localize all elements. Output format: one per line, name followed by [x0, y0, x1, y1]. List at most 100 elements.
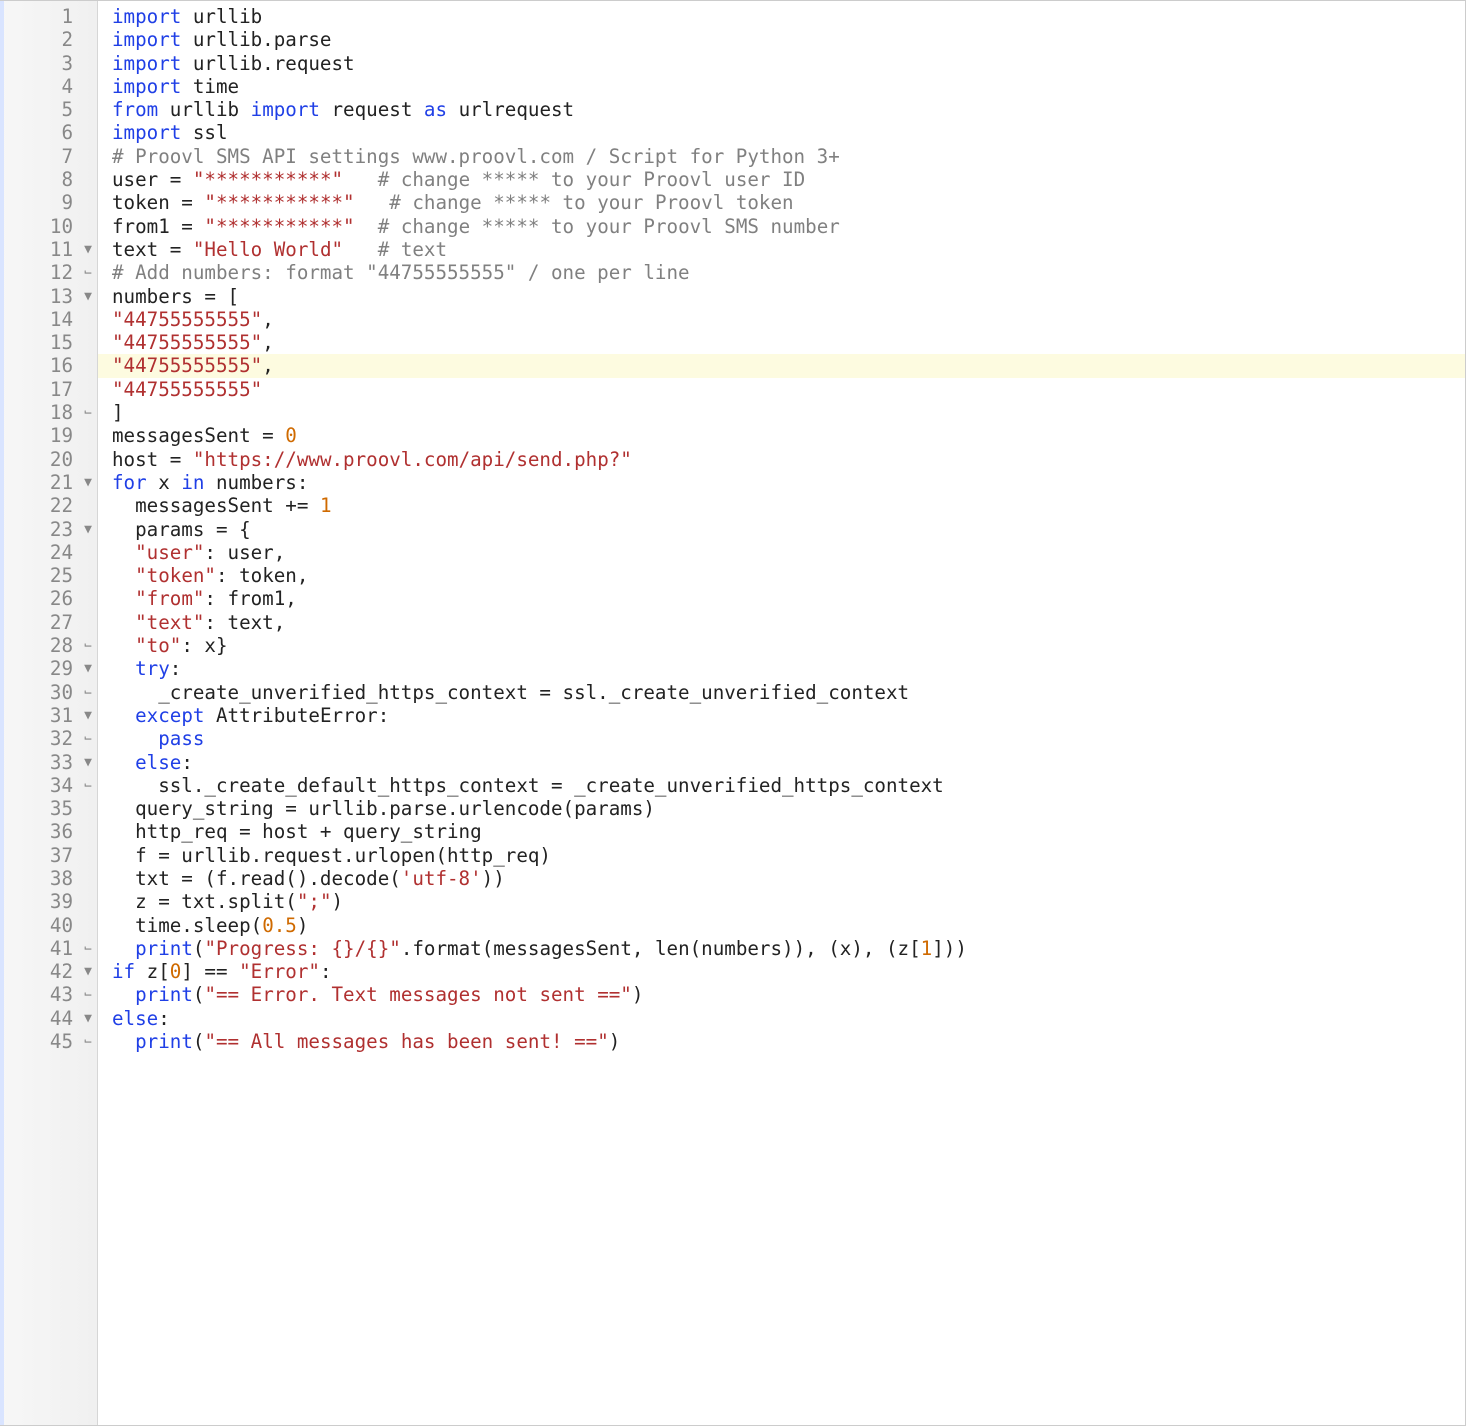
gutter-row[interactable]: 16 [0, 354, 97, 377]
fold-toggle-icon[interactable]: ▼ [79, 518, 97, 541]
gutter-row[interactable]: 34⌙ [0, 774, 97, 797]
code-line[interactable]: ] [98, 401, 1465, 424]
gutter-row[interactable]: 14 [0, 308, 97, 331]
fold-toggle-icon[interactable]: ▼ [79, 960, 97, 983]
code-line[interactable]: # Add numbers: format "44755555555" / on… [98, 261, 1465, 284]
gutter-row[interactable]: 43⌙ [0, 983, 97, 1006]
code-line[interactable]: import ssl [98, 121, 1465, 144]
gutter-row[interactable]: 32⌙ [0, 727, 97, 750]
code-line[interactable]: txt = (f.read().decode('utf-8')) [98, 867, 1465, 890]
code-line[interactable]: ssl._create_default_https_context = _cre… [98, 774, 1465, 797]
gutter-row[interactable]: 22 [0, 494, 97, 517]
gutter-row[interactable]: 27 [0, 611, 97, 634]
gutter-row[interactable]: 44▼ [0, 1007, 97, 1030]
code-line[interactable]: print("== All messages has been sent! ==… [98, 1030, 1465, 1053]
code-line[interactable]: numbers = [ [98, 285, 1465, 308]
code-line[interactable]: else: [98, 1007, 1465, 1030]
gutter-row[interactable]: 15 [0, 331, 97, 354]
gutter-row[interactable]: 7 [0, 145, 97, 168]
gutter-row[interactable]: 31▼ [0, 704, 97, 727]
gutter-row[interactable]: 21▼ [0, 471, 97, 494]
gutter-row[interactable]: 40 [0, 914, 97, 937]
gutter-row[interactable]: 10 [0, 215, 97, 238]
code-line[interactable]: messagesSent += 1 [98, 494, 1465, 517]
gutter-row[interactable]: 39 [0, 890, 97, 913]
gutter-row[interactable]: 28⌙ [0, 634, 97, 657]
code-line[interactable]: "44755555555", [98, 354, 1465, 377]
gutter-row[interactable]: 23▼ [0, 518, 97, 541]
gutter-row[interactable]: 2 [0, 28, 97, 51]
gutter-row[interactable]: 33▼ [0, 751, 97, 774]
code-line[interactable]: "user": user, [98, 541, 1465, 564]
code-line[interactable]: pass [98, 727, 1465, 750]
code-line[interactable]: time.sleep(0.5) [98, 914, 1465, 937]
fold-toggle-icon[interactable]: ▼ [79, 751, 97, 774]
code-line[interactable]: user = "***********" # change ***** to y… [98, 168, 1465, 191]
code-line[interactable]: print("Progress: {}/{}".format(messagesS… [98, 937, 1465, 960]
code-editor[interactable]: 1234567891011▼12⌙13▼1415161718⌙192021▼22… [0, 1, 1465, 1425]
code-line[interactable]: from1 = "***********" # change ***** to … [98, 215, 1465, 238]
gutter-row[interactable]: 41⌙ [0, 937, 97, 960]
code-line[interactable]: token = "***********" # change ***** to … [98, 191, 1465, 214]
gutter-row[interactable]: 38 [0, 867, 97, 890]
code-line[interactable]: _create_unverified_https_context = ssl._… [98, 681, 1465, 704]
code-line[interactable]: text = "Hello World" # text [98, 238, 1465, 261]
gutter-row[interactable]: 36 [0, 820, 97, 843]
code-line[interactable]: params = { [98, 518, 1465, 541]
gutter-row[interactable]: 30⌙ [0, 681, 97, 704]
code-line[interactable]: f = urllib.request.urlopen(http_req) [98, 844, 1465, 867]
gutter-row[interactable]: 8 [0, 168, 97, 191]
fold-toggle-icon[interactable]: ▼ [79, 285, 97, 308]
gutter-row[interactable]: 35 [0, 797, 97, 820]
gutter-row[interactable]: 11▼ [0, 238, 97, 261]
gutter-row[interactable]: 19 [0, 424, 97, 447]
code-line[interactable]: query_string = urllib.parse.urlencode(pa… [98, 797, 1465, 820]
fold-toggle-icon[interactable]: ▼ [79, 1007, 97, 1030]
code-line[interactable]: "from": from1, [98, 587, 1465, 610]
gutter-row[interactable]: 42▼ [0, 960, 97, 983]
code-line[interactable]: "text": text, [98, 611, 1465, 634]
gutter-row[interactable]: 5 [0, 98, 97, 121]
gutter-row[interactable]: 3 [0, 52, 97, 75]
fold-toggle-icon[interactable]: ▼ [79, 471, 97, 494]
line-number-gutter[interactable]: 1234567891011▼12⌙13▼1415161718⌙192021▼22… [0, 1, 98, 1425]
fold-toggle-icon[interactable]: ▼ [79, 657, 97, 680]
code-line[interactable]: "44755555555", [98, 331, 1465, 354]
code-line[interactable]: "44755555555" [98, 378, 1465, 401]
gutter-row[interactable]: 12⌙ [0, 261, 97, 284]
fold-toggle-icon[interactable]: ▼ [79, 238, 97, 261]
code-line[interactable]: for x in numbers: [98, 471, 1465, 494]
gutter-row[interactable]: 45⌙ [0, 1030, 97, 1053]
code-line[interactable]: print("== Error. Text messages not sent … [98, 983, 1465, 1006]
code-line[interactable]: messagesSent = 0 [98, 424, 1465, 447]
gutter-row[interactable]: 17 [0, 378, 97, 401]
code-line[interactable]: else: [98, 751, 1465, 774]
gutter-row[interactable]: 18⌙ [0, 401, 97, 424]
code-area[interactable]: import urllibimport urllib.parseimport u… [98, 1, 1465, 1425]
code-line[interactable]: try: [98, 657, 1465, 680]
gutter-row[interactable]: 37 [0, 844, 97, 867]
gutter-row[interactable]: 4 [0, 75, 97, 98]
code-line[interactable]: z = txt.split(";") [98, 890, 1465, 913]
gutter-row[interactable]: 1 [0, 5, 97, 28]
code-line[interactable]: host = "https://www.proovl.com/api/send.… [98, 448, 1465, 471]
code-line[interactable]: import urllib.parse [98, 28, 1465, 51]
code-line[interactable]: # Proovl SMS API settings www.proovl.com… [98, 145, 1465, 168]
code-line[interactable]: import urllib [98, 5, 1465, 28]
gutter-row[interactable]: 26 [0, 587, 97, 610]
gutter-row[interactable]: 13▼ [0, 285, 97, 308]
code-line[interactable]: "44755555555", [98, 308, 1465, 331]
gutter-row[interactable]: 24 [0, 541, 97, 564]
code-line[interactable]: from urllib import request as urlrequest [98, 98, 1465, 121]
gutter-row[interactable]: 29▼ [0, 657, 97, 680]
fold-toggle-icon[interactable]: ▼ [79, 704, 97, 727]
code-line[interactable]: import urllib.request [98, 52, 1465, 75]
gutter-row[interactable]: 9 [0, 191, 97, 214]
code-line[interactable]: "token": token, [98, 564, 1465, 587]
code-line[interactable]: if z[0] == "Error": [98, 960, 1465, 983]
code-line[interactable]: import time [98, 75, 1465, 98]
gutter-row[interactable]: 25 [0, 564, 97, 587]
code-line[interactable]: except AttributeError: [98, 704, 1465, 727]
gutter-row[interactable]: 6 [0, 121, 97, 144]
code-line[interactable]: "to": x} [98, 634, 1465, 657]
